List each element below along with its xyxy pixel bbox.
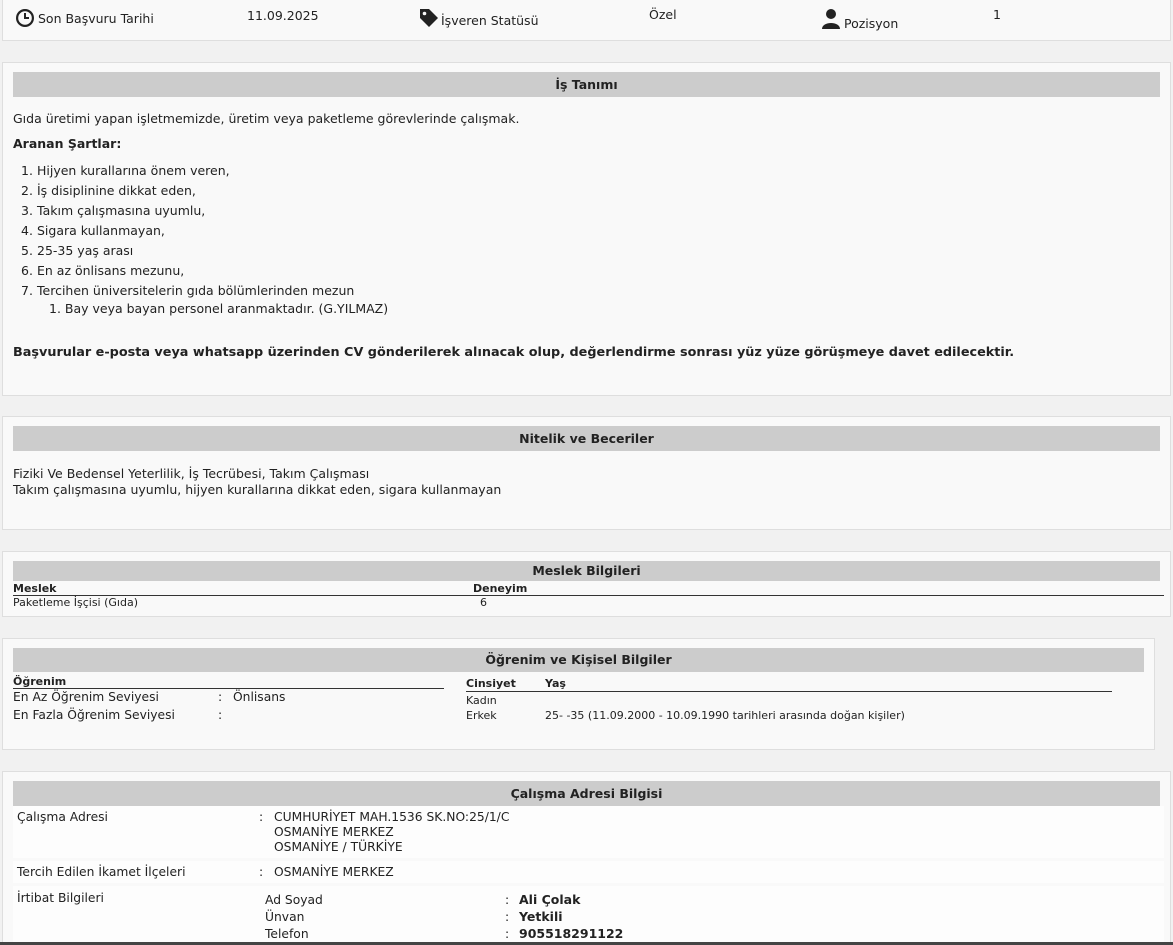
requirement-item: 5. 25-35 yaş arası [21,243,134,258]
contact-name: Ali Çolak [519,892,581,907]
employer-status-item: İşveren Statüsü [418,3,539,28]
deadline-label: Son Başvuru Tarihi [38,10,154,26]
occupation-panel: Meslek Bilgileri Meslek Deneyim Paketlem… [2,551,1171,617]
gender-cell: Erkek [466,709,497,722]
table-row: Kadın [466,694,545,707]
occupation-cell: Paketleme İşçisi (Gıda) [13,596,138,609]
max-education-row: En Fazla Öğrenim Seviyesi: [13,708,223,722]
min-education-row: En Az Öğrenim Seviyesi: Önlisans [13,690,286,704]
work-address-row: Çalışma Adresi : CUMHURİYET MAH.1536 SK.… [13,806,1164,858]
residence-value: OSMANİYE MERKEZ [274,865,394,879]
position-label: Pozisyon [844,16,899,31]
job-description-panel: İş Tanımı Gıda üretimi yapan işletmemizd… [2,62,1171,396]
skills-text: Fiziki Ve Bedensel Yeterlilik, İş Tecrüb… [13,466,501,498]
requirement-item: 1. Hijyen kurallarına önem veren, [21,163,230,178]
contact-name-row: Ad Soyad: Ali Çolak [265,892,581,907]
min-education-value: Önlisans [233,690,286,704]
skills-line: Fiziki Ve Bedensel Yeterlilik, İş Tecrüb… [13,466,370,481]
work-address-panel: Çalışma Adresi Bilgisi Çalışma Adresi : … [2,771,1171,945]
age-cell: 25- -35 (11.09.2000 - 10.09.1990 tarihle… [545,709,905,722]
clock-icon [15,8,35,28]
contact-title: Yetkili [519,909,563,924]
work-address-value: CUMHURİYET MAH.1536 SK.NO:25/1/C OSMANİY… [274,810,510,854]
gender-age-header: Cinsiyet Yaş [466,677,1112,692]
employer-status-value: Özel [649,7,677,22]
contact-phone: 905518291122 [519,926,624,941]
requirement-item: 3. Takım çalışmasına uyumlu, [21,203,206,218]
position-value: 1 [993,7,1001,22]
residence-label: Tercih Edilen İkamet İlçeleri [17,865,186,879]
application-note: Başvurular e-posta veya whatsapp üzerind… [13,345,1015,360]
work-address-label: Çalışma Adresi [17,810,108,824]
sub-requirement: 1. Bay veya bayan personel aranmaktadır.… [49,301,389,316]
position-item: Pozisyon [821,4,898,31]
deadline-item: Son Başvuru Tarihi [15,8,154,28]
contact-title-row: Ünvan: Yetkili [265,909,563,924]
requirements-list: 1. Hijyen kurallarına önem veren, 2. İş di… [21,161,354,301]
contact-phone-row: Telefon:905518291122 [265,926,624,941]
table-row: Erkek 25- -35 (11.09.2000 - 10.09.1990 ta… [466,709,905,722]
requirement-item: 6. En az önlisans mezunu, [21,263,185,278]
skills-title: Nitelik ve Beceriler [13,426,1160,451]
contact-row: İrtibat Bilgileri Ad Soyad: Ali Çolak Ünv… [13,886,1164,945]
max-education-label: En Fazla Öğrenim Seviyesi [13,708,175,722]
job-description-title: İş Tanımı [13,72,1160,97]
requirements-title: Aranan Şartlar: [13,136,122,151]
occupation-table-header: Meslek Deneyim [13,582,1164,596]
experience-cell: 6 [480,596,487,609]
tag-icon [418,7,438,27]
contact-label: İrtibat Bilgileri [17,891,104,905]
education-panel: Öğrenim ve Kişisel Bilgiler Öğrenim En A… [2,638,1155,750]
deadline-value: 11.09.2025 [247,8,319,23]
education-title: Öğrenim ve Kişisel Bilgiler [13,648,1144,672]
skills-line: Takım çalışmasına uyumlu, hijyen kuralla… [13,482,502,497]
skills-panel: Nitelik ve Beceriler Fiziki Ve Bedensel … [2,416,1171,530]
col-gender: Cinsiyet [466,677,516,690]
work-address-title: Çalışma Adresi Bilgisi [13,781,1160,806]
col-experience: Deneyim [473,582,528,595]
residence-row: Tercih Edilen İkamet İlçeleri : OSMANİYE… [13,861,1164,883]
requirement-item: 2. İş disiplinine dikkat eden, [21,183,196,198]
job-summary-bar: Son Başvuru Tarihi 11.09.2025 İşveren St… [2,0,1171,41]
education-header: Öğrenim [13,675,444,689]
col-occupation: Meslek [13,582,57,595]
min-education-label: En Az Öğrenim Seviyesi [13,690,159,704]
col-age: Yaş [545,677,566,690]
job-description-intro: Gıda üretimi yapan işletmemizde, üretim … [13,111,520,126]
user-icon [821,8,841,29]
requirement-item: 4. Sigara kullanmayan, [21,223,165,238]
requirement-item: 7. Tercihen üniversitelerin gıda bölümler… [21,283,355,298]
employer-status-label: İşveren Statüsü [441,13,539,28]
occupation-title: Meslek Bilgileri [13,561,1160,581]
gender-cell: Kadın [466,694,497,707]
